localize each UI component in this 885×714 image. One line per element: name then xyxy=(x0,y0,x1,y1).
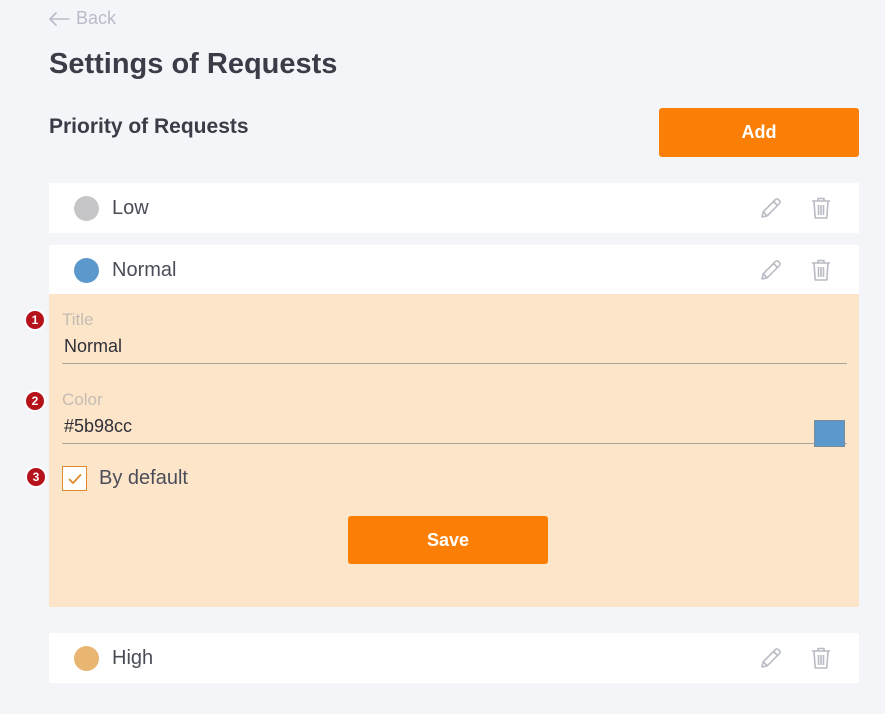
priority-row-high[interactable]: High xyxy=(49,633,859,683)
title-field-label: Title xyxy=(62,310,94,329)
row-actions xyxy=(757,256,835,284)
row-actions xyxy=(757,194,835,222)
color-field: Color xyxy=(62,390,847,447)
color-field-label: Color xyxy=(62,390,103,409)
checkmark-icon xyxy=(68,473,81,484)
default-checkbox-label: By default xyxy=(99,467,188,489)
page-title: Settings of Requests xyxy=(49,48,338,80)
delete-trash-icon[interactable] xyxy=(807,256,835,284)
priority-color-dot xyxy=(74,257,99,283)
color-swatch[interactable] xyxy=(814,420,845,447)
title-field: Title xyxy=(62,310,847,364)
edit-pencil-icon[interactable] xyxy=(757,644,785,672)
section-title: Priority of Requests xyxy=(49,115,249,138)
delete-trash-icon[interactable] xyxy=(807,644,835,672)
marker-badge-2: 2 xyxy=(24,390,46,412)
priority-label: High xyxy=(112,646,154,669)
back-link[interactable]: Back xyxy=(48,8,116,29)
save-button[interactable]: Save xyxy=(348,516,548,564)
priority-color-dot xyxy=(74,195,99,221)
color-input[interactable] xyxy=(62,410,847,444)
priority-color-dot xyxy=(74,645,99,671)
default-checkbox-wrap[interactable]: By default xyxy=(62,466,188,491)
priority-row-low[interactable]: Low xyxy=(49,183,859,233)
priority-label: Normal xyxy=(112,258,177,281)
edit-pencil-icon[interactable] xyxy=(757,256,785,284)
priority-edit-panel: Title Color By default Save xyxy=(49,294,859,607)
delete-trash-icon[interactable] xyxy=(807,194,835,222)
priority-row-normal[interactable]: Normal xyxy=(49,245,859,295)
title-input[interactable] xyxy=(62,330,847,364)
row-actions xyxy=(757,644,835,672)
back-label: Back xyxy=(76,8,117,28)
arrow-left-icon xyxy=(49,11,70,26)
marker-badge-1: 1 xyxy=(24,309,46,331)
marker-badge-3: 3 xyxy=(25,466,47,488)
default-checkbox[interactable] xyxy=(62,466,87,491)
edit-pencil-icon[interactable] xyxy=(757,194,785,222)
priority-label: Low xyxy=(112,196,149,219)
add-button[interactable]: Add xyxy=(659,108,859,157)
priority-settings-page: Back Settings of Requests Priority of Re… xyxy=(0,0,885,714)
